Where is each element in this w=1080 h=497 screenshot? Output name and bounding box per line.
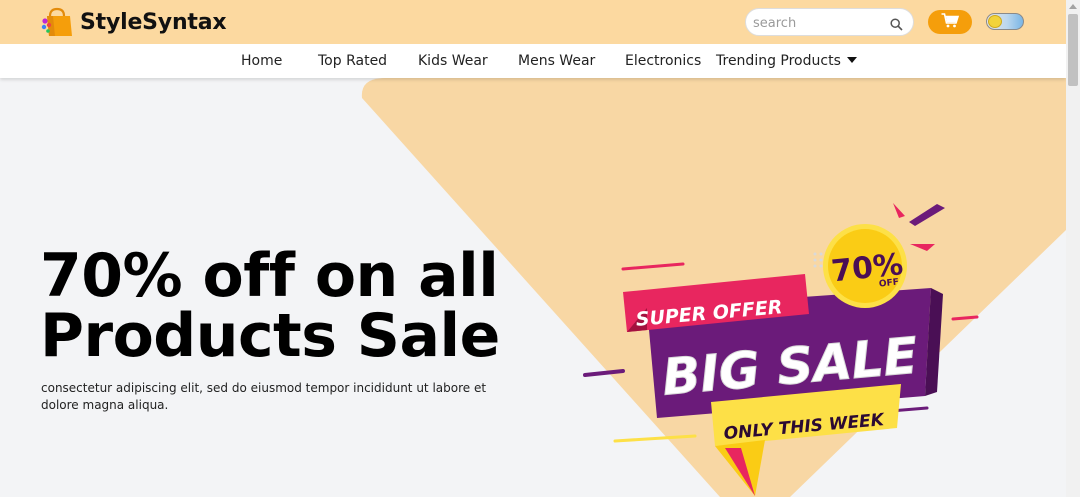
theme-toggle[interactable] [986,13,1024,30]
nav-item-trending-products[interactable]: Trending Products [716,53,857,69]
brand-name: StyleSyntax [80,9,227,35]
cart-button[interactable] [928,10,972,34]
search-box[interactable] [745,8,914,36]
hero-section: 70% off on all Products Sale consectetur… [0,78,1066,497]
top-header: StyleSyntax [0,0,1066,44]
search-icon[interactable] [890,16,903,31]
page: StyleSyntax search Home Top Rated Kids W… [0,0,1080,497]
hero-description: consectetur adipiscing elit, sed do eius… [41,381,487,412]
nav-item-electronics[interactable]: Electronics [625,53,701,69]
scrollbar-thumb[interactable] [1068,14,1078,86]
search-input[interactable] [753,14,883,32]
sun-icon [988,15,1002,28]
scroll-up-arrow-icon[interactable] [1069,4,1077,9]
nav-item-top-rated[interactable]: Top Rated [318,53,387,69]
hero-title-line-2: Products Sale [40,301,500,371]
big-sale-banner: 70% OFF SUPER OFFER BIG SALE ONLY THIS W… [583,203,979,496]
nav-item-kids-wear[interactable]: Kids Wear [418,53,488,69]
brand-logo[interactable]: StyleSyntax [40,7,227,37]
badge-off: OFF [879,278,900,290]
nav-item-mens-wear[interactable]: Mens Wear [518,53,595,69]
shopping-bag-icon [40,7,74,37]
hero-title-line-1: 70% off on all [40,241,499,311]
nav-item-label: Trending Products [716,53,841,69]
hero-title: 70% off on all Products Sale [40,246,540,366]
caret-down-icon [846,57,857,63]
scrollbar[interactable] [1066,0,1080,497]
cart-icon [941,12,960,32]
main-nav: Home Top Rated Kids Wear Mens Wear Elect… [0,44,1066,78]
nav-item-home[interactable]: Home [241,53,282,69]
